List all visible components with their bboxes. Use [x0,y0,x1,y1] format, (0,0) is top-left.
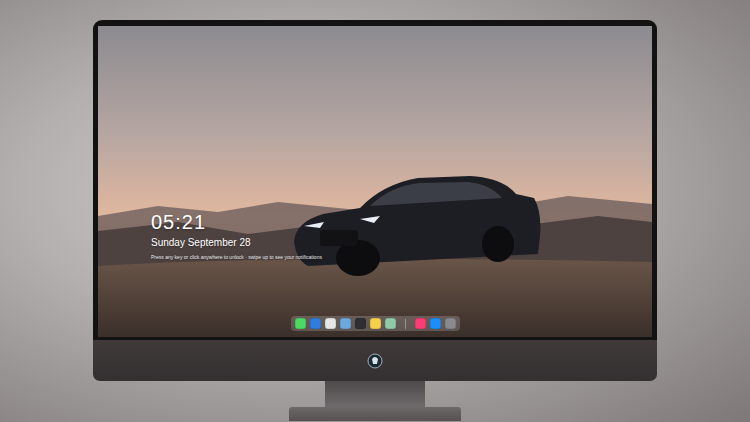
dock [291,316,460,331]
monitor-stand [325,381,425,407]
unlock-hint: Press any key or click anywhere to unloc… [151,254,652,260]
app-store-icon[interactable] [430,318,441,329]
mail-icon[interactable] [310,318,321,329]
dock-separator [405,319,406,329]
music-icon[interactable] [415,318,426,329]
finder-icon[interactable] [340,318,351,329]
movie-icon[interactable] [355,318,366,329]
monitor-bezel: 05:21 Sunday September 28 Press any key or… [93,20,657,340]
monitor-base [289,407,461,421]
messages-icon[interactable] [295,318,306,329]
safari-icon[interactable] [325,318,336,329]
time: 05:21 [151,211,652,233]
clock: 05:21 Sunday September 28 Press any key or… [151,211,652,260]
camera-icon[interactable] [445,318,456,329]
brand-logo-icon [367,353,383,369]
photos-icon[interactable] [385,318,396,329]
wallpaper-photo [98,26,652,337]
date: Sunday September 28 [151,237,652,249]
car [294,176,540,276]
monitor-chin [93,340,657,381]
notes-icon[interactable] [370,318,381,329]
dock-row [98,316,652,331]
lock-screen[interactable]: 05:21 Sunday September 28 Press any key or… [98,26,652,337]
desktop-mockup: 05:21 Sunday September 28 Press any key or… [0,0,750,422]
